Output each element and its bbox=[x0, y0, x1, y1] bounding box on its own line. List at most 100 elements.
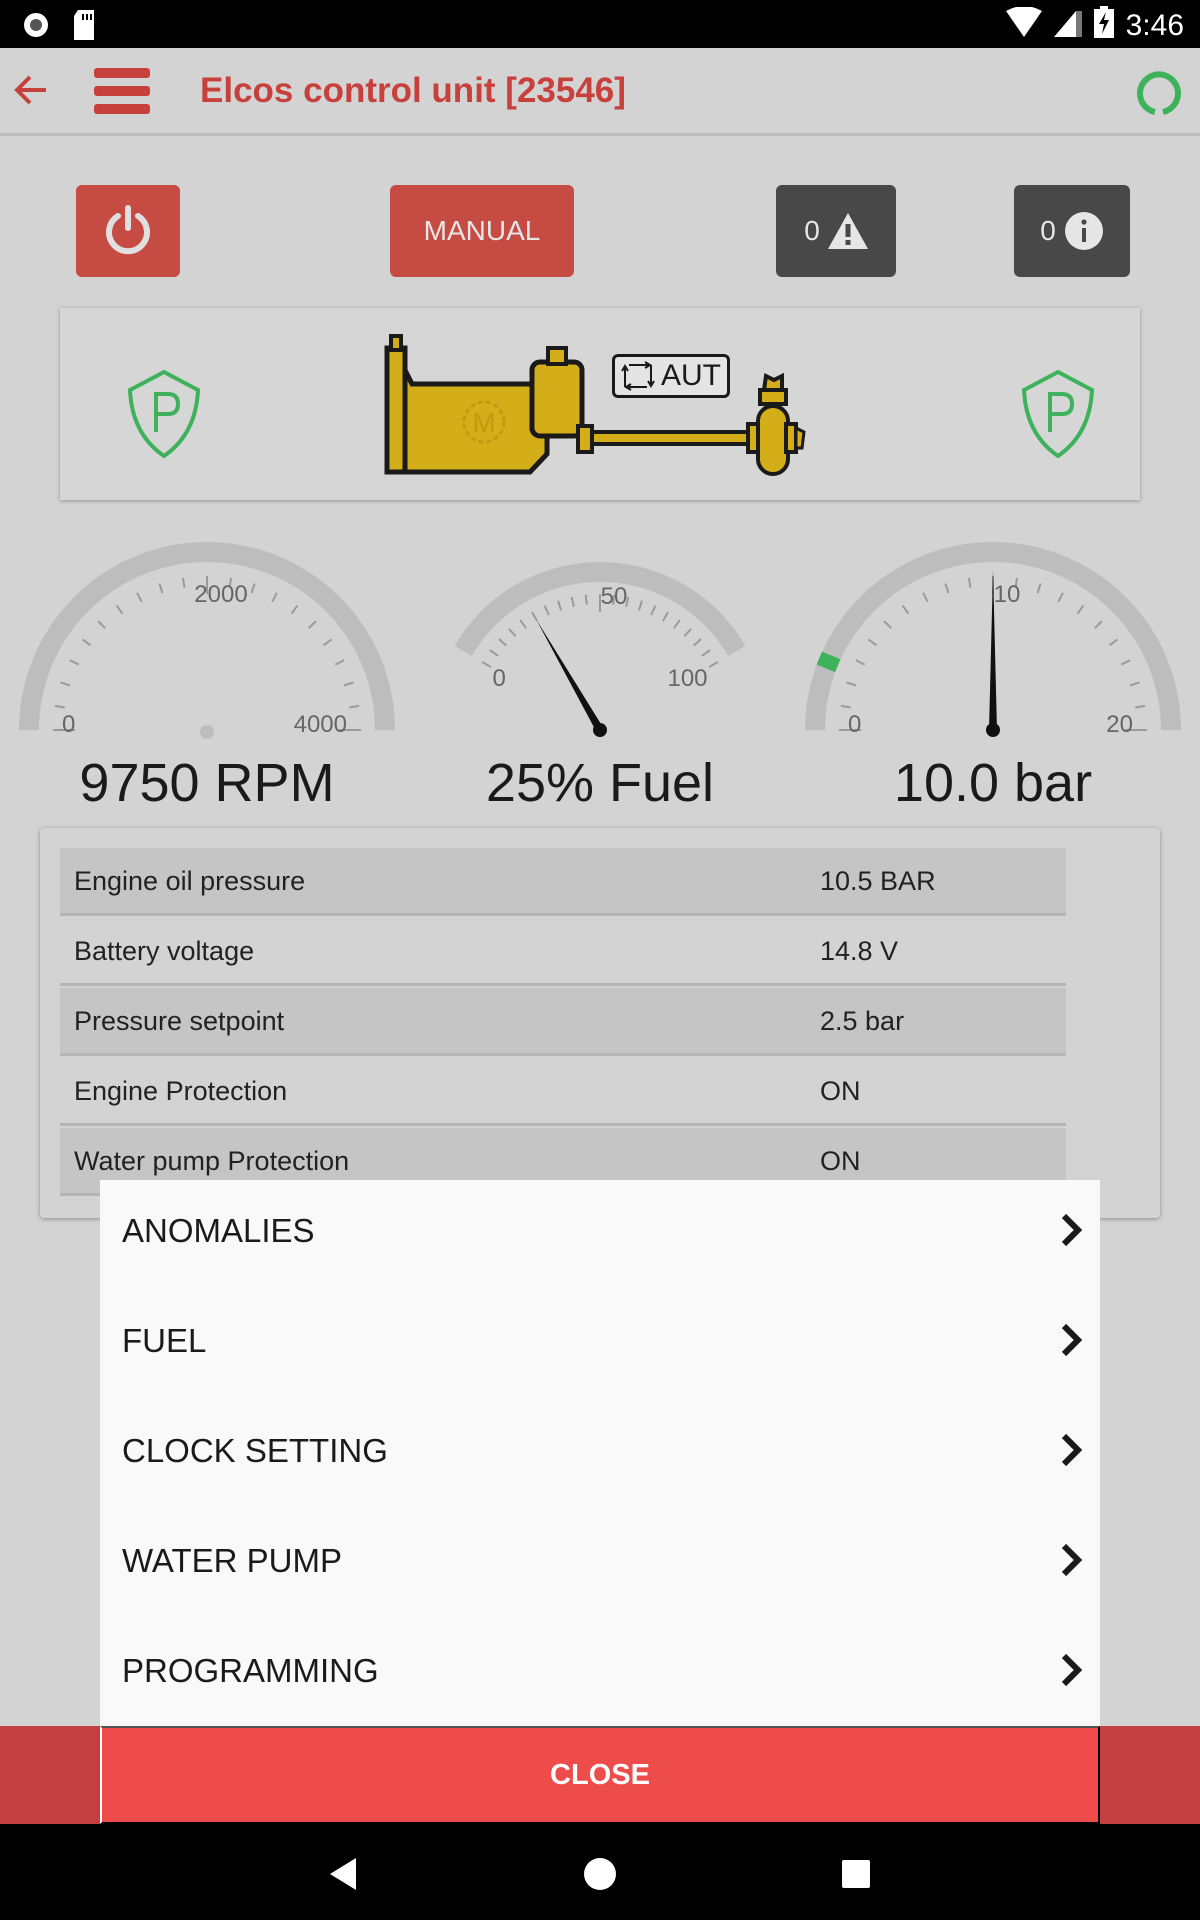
fuel-tick bbox=[650, 605, 657, 616]
fuel-tick bbox=[481, 661, 492, 668]
fuel-tick bbox=[584, 594, 588, 605]
system-schema-panel: M AUT bbox=[60, 308, 1140, 500]
fuel-tick bbox=[708, 661, 719, 668]
rpm-tick bbox=[334, 659, 345, 666]
info-button[interactable]: 0 bbox=[1014, 185, 1130, 277]
pressure-tick bbox=[1129, 681, 1140, 687]
fuel-gauge: 0 50 100 25% Fuel bbox=[400, 530, 800, 830]
sheet-item-label: WATER PUMP bbox=[122, 1542, 342, 1579]
table-row: Engine Protection ON bbox=[60, 1058, 1066, 1126]
sheet-item-programming[interactable]: PROGRAMMING bbox=[100, 1620, 1100, 1730]
rpm-tick bbox=[81, 638, 92, 647]
nav-home-icon[interactable] bbox=[580, 1854, 620, 1894]
power-button[interactable] bbox=[76, 185, 180, 277]
pressure-tick bbox=[922, 592, 929, 603]
pressure-tick-label: 10 bbox=[994, 581, 1021, 608]
pressure-tick bbox=[1094, 620, 1103, 629]
rpm-gauge-dial: 0 2000 4000 bbox=[19, 542, 395, 739]
rpm-tick bbox=[136, 592, 143, 603]
pressure-tick-label: 20 bbox=[1106, 711, 1133, 738]
pressure-tick bbox=[1135, 704, 1146, 709]
chevron-right-icon bbox=[1061, 1213, 1083, 1247]
table-row: Battery voltage 14.8 V bbox=[60, 918, 1066, 986]
close-button[interactable]: CLOSE bbox=[100, 1726, 1100, 1824]
nav-recents-icon[interactable] bbox=[836, 1854, 876, 1894]
warning-icon bbox=[827, 213, 868, 249]
rpm-needle-hub bbox=[200, 725, 214, 739]
sheet-item-anomalies[interactable]: ANOMALIES bbox=[100, 1180, 1100, 1290]
power-icon bbox=[106, 205, 150, 255]
shield-p-icon bbox=[1021, 369, 1095, 459]
pressure-tick bbox=[944, 583, 950, 594]
auto-mode-label: AUT bbox=[661, 359, 721, 392]
sd-card-icon bbox=[72, 10, 96, 45]
pressure-tick bbox=[1076, 604, 1085, 615]
pressure-tick-label: 0 bbox=[848, 711, 861, 738]
rpm-gauge: 0 2000 4000 9750 RPM bbox=[7, 530, 407, 830]
sheet-item-clock-setting[interactable]: CLOCK SETTING bbox=[100, 1400, 1100, 1510]
gauges-row: 0 2000 4000 9750 RPM 0 50 100 25% Fuel 0 10 20… bbox=[0, 530, 1200, 830]
fuel-readout: 25% Fuel bbox=[485, 753, 715, 813]
fuel-tick bbox=[498, 638, 508, 647]
options-bottom-sheet: ANOMALIES FUEL CLOCK SETTING WATER PUMP … bbox=[100, 1180, 1100, 1726]
rpm-tick-label: 4000 bbox=[294, 711, 347, 738]
pressure-tick bbox=[846, 681, 857, 687]
fuel-tick bbox=[683, 628, 692, 638]
rpm-tick bbox=[349, 704, 360, 709]
row-label: Battery voltage bbox=[74, 936, 255, 966]
rpm-tick bbox=[97, 620, 106, 629]
rpm-tick bbox=[250, 583, 256, 594]
pressure-tick bbox=[883, 620, 892, 629]
info-icon bbox=[1064, 212, 1103, 250]
fuel-tick bbox=[570, 596, 575, 607]
back-button[interactable] bbox=[12, 68, 52, 112]
rpm-tick bbox=[69, 659, 80, 666]
pressure-tick bbox=[855, 659, 866, 666]
alarms-button[interactable]: 0 bbox=[776, 185, 896, 277]
pressure-gauge: 0 10 20 10.0 bar bbox=[793, 530, 1193, 830]
hamburger-menu-button[interactable] bbox=[94, 68, 150, 114]
pressure-tick bbox=[1057, 592, 1064, 603]
row-label: Pressure setpoint bbox=[74, 1006, 285, 1036]
nav-back-icon[interactable] bbox=[324, 1854, 364, 1894]
fuel-tick-label: 0 bbox=[492, 665, 505, 692]
engine-letter: M bbox=[472, 407, 495, 438]
row-value: ON bbox=[820, 1076, 861, 1106]
info-count: 0 bbox=[1040, 215, 1056, 246]
sheet-item-water-pump[interactable]: WATER PUMP bbox=[100, 1510, 1100, 1620]
fuel-needle-hub bbox=[593, 723, 607, 737]
pressure-gauge-dial: 0 10 20 bbox=[805, 542, 1181, 738]
pressure-tick bbox=[867, 638, 878, 647]
sheet-item-label: PROGRAMMING bbox=[122, 1652, 379, 1689]
fuel-tick bbox=[489, 649, 499, 657]
pressure-tick bbox=[840, 704, 851, 709]
engine-pump-icon: M bbox=[384, 334, 806, 476]
auto-cycle-icon bbox=[621, 361, 655, 391]
rpm-tick-label: 2000 bbox=[194, 581, 247, 608]
pressure-tick bbox=[1108, 638, 1119, 647]
camera-icon bbox=[22, 11, 50, 44]
sheet-item-label: CLOCK SETTING bbox=[122, 1432, 388, 1469]
sheet-item-fuel[interactable]: FUEL bbox=[100, 1290, 1100, 1400]
chevron-right-icon bbox=[1061, 1323, 1083, 1357]
table-row: Pressure setpoint 2.5 bar bbox=[60, 988, 1066, 1056]
clock-time: 3:46 bbox=[1125, 9, 1184, 42]
fuel-tick bbox=[637, 600, 643, 611]
sheet-item-label: ANOMALIES bbox=[122, 1212, 315, 1249]
fuel-tick bbox=[519, 619, 527, 629]
app-bar: Elcos control unit [23546] bbox=[0, 48, 1200, 136]
fuel-tick bbox=[543, 605, 550, 616]
row-label: Engine oil pressure bbox=[74, 866, 306, 896]
fuel-needle bbox=[536, 619, 604, 732]
fuel-tick bbox=[673, 619, 681, 629]
row-label: Water pump Protection bbox=[74, 1146, 350, 1176]
pressure-setpoint-marker bbox=[816, 651, 841, 673]
rpm-tick bbox=[60, 681, 71, 687]
chevron-right-icon bbox=[1061, 1543, 1083, 1577]
fuel-tick bbox=[662, 611, 669, 622]
rpm-tick bbox=[343, 681, 354, 687]
row-value: 14.8 V bbox=[820, 936, 899, 966]
fuel-tick bbox=[701, 649, 711, 657]
mode-button[interactable]: MANUAL bbox=[390, 185, 574, 277]
chevron-right-icon bbox=[1061, 1433, 1083, 1467]
